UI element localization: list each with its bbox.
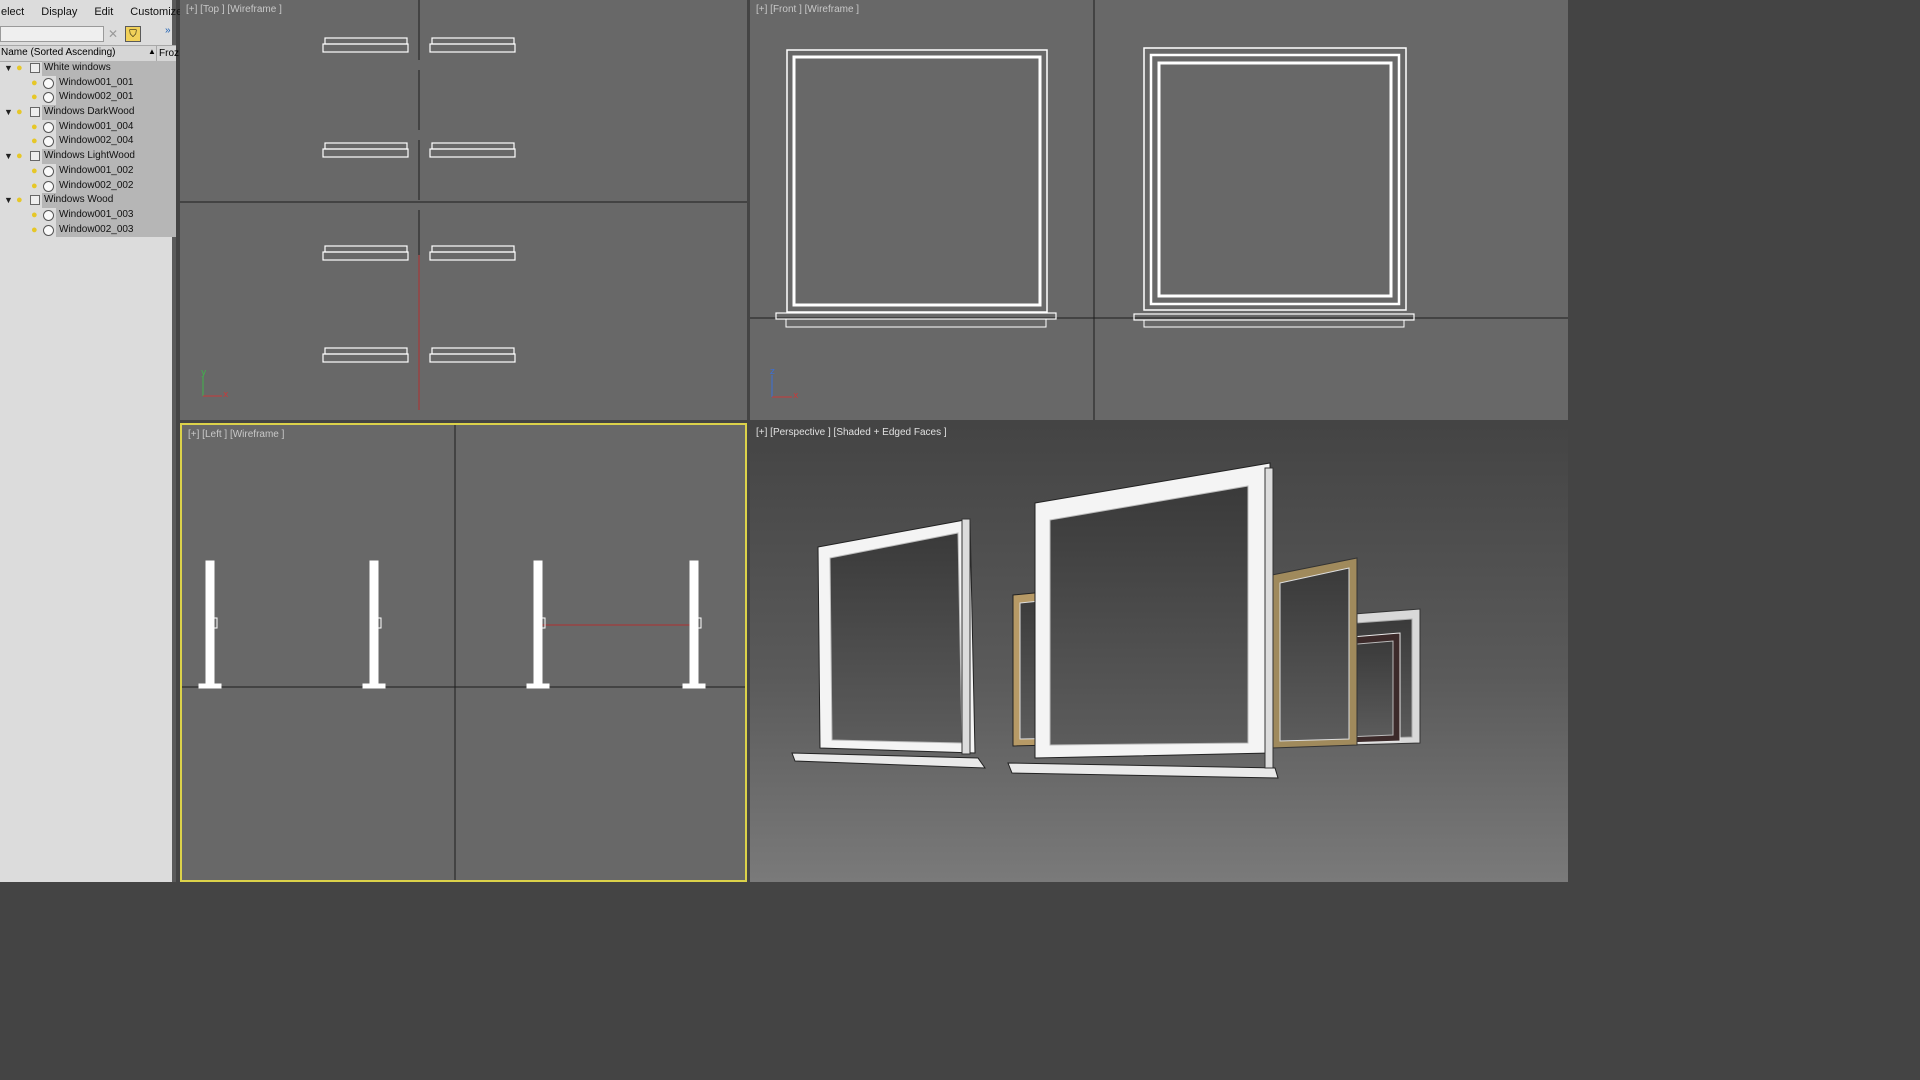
svg-text:z: z (770, 367, 775, 377)
object-icon (43, 121, 54, 133)
object-label: Window001_003 (59, 208, 134, 220)
viewport-left-canvas (182, 425, 745, 880)
object-row[interactable]: ● Window002_002 (0, 178, 176, 194)
column-frozen-header[interactable]: Froz (156, 46, 179, 61)
viewport-top-canvas: y x (180, 0, 747, 420)
object-label: Window002_004 (59, 135, 134, 147)
object-row[interactable]: ● Window001_004 (0, 119, 176, 135)
svg-text:x: x (223, 390, 229, 400)
viewport-front-label[interactable]: [+] [Front ] [Wireframe ] (756, 4, 859, 15)
object-icon (43, 209, 54, 221)
viewport-perspective-label[interactable]: [+] [Perspective ] [Shaded + Edged Faces… (756, 427, 947, 438)
object-icon (43, 165, 54, 177)
expand-icon[interactable]: ▼ (4, 193, 13, 208)
layer-label: Windows Wood (44, 194, 114, 206)
svg-text:x: x (793, 391, 799, 401)
layer-row[interactable]: ▼ ● White windows (0, 61, 176, 76)
expand-icon[interactable]: ▼ (4, 149, 13, 164)
bulb-icon[interactable]: ● (16, 150, 23, 163)
bulb-icon[interactable]: ● (31, 77, 38, 90)
menu-bar: elect Display Edit Customize (0, 0, 182, 24)
layer-icon (30, 63, 40, 73)
layer-label: Windows DarkWood (44, 106, 135, 118)
viewport-perspective[interactable]: [+] [Perspective ] [Shaded + Edged Faces… (750, 423, 1568, 882)
filter-icon[interactable]: ⛉ (125, 26, 141, 42)
object-label: Window001_001 (59, 76, 134, 88)
viewport-front-canvas: z x (750, 0, 1568, 420)
bulb-icon[interactable]: ● (16, 62, 23, 75)
front-window-white (775, 49, 1057, 328)
expand-icon[interactable]: ▼ (4, 61, 13, 76)
viewport-front[interactable]: z x [+] [Front ] [Wireframe ] (750, 0, 1568, 420)
menu-display[interactable]: Display (33, 6, 86, 18)
object-row[interactable]: ● Window002_004 (0, 134, 176, 150)
viewport-perspective-canvas (791, 462, 1421, 779)
expand-icon[interactable]: ▼ (4, 105, 13, 120)
object-row[interactable]: ● Window002_001 (0, 90, 176, 106)
lightwood-window-right (1271, 557, 1358, 749)
object-icon (43, 92, 54, 104)
bulb-icon[interactable]: ● (31, 121, 38, 134)
axis-gizmo: z x (770, 367, 799, 401)
object-icon (43, 77, 54, 89)
viewport-left[interactable]: [+] [Left ] [Wireframe ] (180, 423, 747, 882)
object-row[interactable]: ● Window001_003 (0, 207, 176, 223)
menu-edit[interactable]: Edit (86, 6, 122, 18)
object-row[interactable]: ● Window001_001 (0, 75, 176, 91)
layer-icon (30, 151, 40, 162)
column-header: Name (Sorted Ascending) ▲ Froz (0, 45, 179, 62)
object-icon (43, 136, 54, 148)
layer-icon (30, 195, 40, 206)
layer-row[interactable]: ▼ ● Windows Wood (0, 193, 176, 208)
viewport-top-label[interactable]: [+] [Top ] [Wireframe ] (186, 4, 282, 15)
scene-tree: ▼ ● White windows ● Window001_001 ● Window002_… (0, 61, 176, 238)
object-label: Window001_002 (59, 164, 134, 176)
bulb-icon[interactable]: ● (31, 91, 38, 104)
search-input[interactable] (0, 26, 104, 42)
bulb-icon[interactable]: ● (31, 135, 38, 148)
bulb-icon[interactable]: ● (31, 209, 38, 222)
scene-explorer: elect Display Edit Customize ✕ ⛉ » Name … (0, 0, 182, 882)
menu-select[interactable]: elect (0, 6, 33, 18)
object-row[interactable]: ● Window002_003 (0, 222, 176, 238)
object-label: Window001_004 (59, 120, 134, 132)
white-window-small (791, 518, 986, 769)
bulb-icon[interactable]: ● (16, 106, 23, 119)
layer-label: White windows (44, 62, 111, 73)
window-profile (198, 560, 222, 689)
column-name-header[interactable]: Name (Sorted Ascending) (1, 47, 116, 58)
chevron-right-icon[interactable]: » (165, 25, 171, 36)
object-label: Window002_002 (59, 179, 134, 191)
window-profile (362, 560, 386, 689)
axis-gizmo: y x (201, 368, 229, 400)
sort-ascending-icon: ▲ (148, 47, 156, 56)
layer-icon (30, 107, 40, 118)
viewport-top[interactable]: y x [+] [Top ] [Wireframe ] (180, 0, 747, 420)
object-label: Window002_001 (59, 91, 134, 103)
clear-search-icon[interactable]: ✕ (108, 27, 118, 41)
object-label: Window002_003 (59, 223, 134, 235)
layer-label: Windows LightWood (44, 150, 135, 162)
object-row[interactable]: ● Window001_002 (0, 163, 176, 179)
object-icon (43, 224, 54, 236)
svg-text:y: y (201, 368, 207, 378)
layer-row[interactable]: ▼ ● Windows LightWood (0, 149, 176, 164)
layer-row[interactable]: ▼ ● Windows DarkWood (0, 105, 176, 120)
object-icon (43, 180, 54, 192)
front-window-frame (1133, 47, 1415, 328)
viewport-left-label[interactable]: [+] [Left ] [Wireframe ] (188, 429, 284, 440)
bulb-icon[interactable]: ● (31, 165, 38, 178)
search-row: ✕ ⛉ » (0, 24, 176, 44)
bulb-icon[interactable]: ● (31, 180, 38, 193)
bulb-icon[interactable]: ● (16, 194, 23, 207)
bulb-icon[interactable]: ● (31, 224, 38, 237)
white-window-large (1007, 462, 1279, 779)
